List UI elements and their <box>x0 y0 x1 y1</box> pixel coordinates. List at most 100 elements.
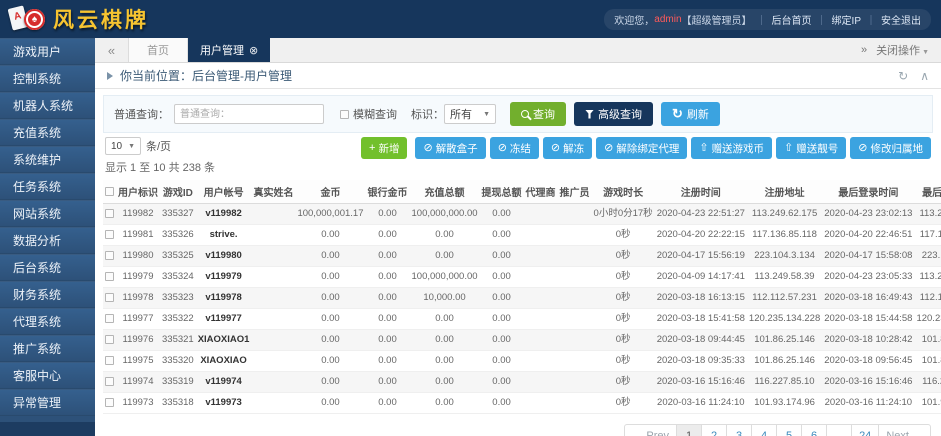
refresh-page-icon[interactable]: ↻ <box>898 69 908 83</box>
action-button-修改归属地[interactable]: ⊘修改归属地 <box>850 137 931 159</box>
table-row: 119981335326strive.0.000.000.000.000秒202… <box>103 225 941 246</box>
search-button[interactable]: 查询 <box>510 102 566 126</box>
row-checkbox[interactable] <box>105 398 114 407</box>
action-button-冻结[interactable]: ⊘冻结 <box>490 137 539 159</box>
row-checkbox[interactable] <box>105 335 114 344</box>
sidebar-item-异常管理[interactable]: 异常管理 <box>0 389 95 416</box>
sidebar-item-控制系统[interactable]: 控制系统 <box>0 65 95 92</box>
row-checkbox[interactable] <box>105 230 114 239</box>
collapse-tabs-icon[interactable]: « <box>95 38 129 62</box>
flag-select[interactable]: 所有 ▼ <box>444 104 496 124</box>
cell-注册地址: 112.112.57.231 <box>747 288 822 309</box>
tab-home[interactable]: 首页 <box>129 38 188 62</box>
cell-游戏ID: 335318 <box>160 393 196 414</box>
pagination-next[interactable]: Next → <box>879 424 931 436</box>
cell-真实姓名 <box>251 267 295 288</box>
column-header-代理商: 代理商 <box>524 180 558 204</box>
cell-充值总额: 10,000.00 <box>410 288 480 309</box>
action-button-解冻[interactable]: ⊘解冻 <box>543 137 592 159</box>
sidebar-item-游戏用户[interactable]: 游戏用户 <box>0 38 95 65</box>
action-button-解散盒子[interactable]: ⊘解散盒子 <box>415 137 485 159</box>
cell-用户帐号: v119982 <box>196 204 252 225</box>
row-checkbox[interactable] <box>105 314 114 323</box>
tab-close-icon[interactable]: ⊗ <box>249 44 258 57</box>
cell-代理商 <box>524 351 558 372</box>
action-button-解除绑定代理[interactable]: ⊘解除绑定代理 <box>596 137 687 159</box>
cell-最后登录地址: 101.93.174.96 <box>914 393 941 414</box>
sidebar-item-充值系统[interactable]: 充值系统 <box>0 119 95 146</box>
action-button-赠送靓号[interactable]: ⇧赠送靓号 <box>776 137 846 159</box>
sidebar-item-财务系统[interactable]: 财务系统 <box>0 281 95 308</box>
sidebar-item-网站系统[interactable]: 网站系统 <box>0 200 95 227</box>
ban-icon: ⊘ <box>423 143 432 154</box>
separator: ｜ <box>757 16 767 27</box>
pagination-page-2[interactable]: 2 <box>702 424 727 436</box>
action-button-赠送游戏币[interactable]: ⇧赠送游戏币 <box>691 137 772 159</box>
query-input[interactable] <box>174 104 324 124</box>
row-checkbox[interactable] <box>105 272 114 281</box>
sidebar: 游戏用户控制系统机器人系统充值系统系统维护任务系统网站系统数据分析后台系统财务系… <box>0 38 95 436</box>
tab-user-management[interactable]: 用户管理 ⊗ <box>188 38 270 62</box>
app-logo: A ♠ 风云棋牌 <box>10 4 149 34</box>
tab-bar: « 首页 用户管理 ⊗ » 关闭操作▼ <box>95 38 941 63</box>
row-checkbox[interactable] <box>105 356 114 365</box>
cell-注册时间: 2020-03-18 09:44:45 <box>655 330 747 351</box>
row-checkbox[interactable] <box>105 377 114 386</box>
row-checkbox[interactable] <box>105 251 114 260</box>
collapse-panel-icon[interactable]: ∧ <box>920 69 929 83</box>
pagination-page-3[interactable]: 3 <box>727 424 752 436</box>
cell-用户标识: 119977 <box>116 309 160 330</box>
cell-提现总额: 0.00 <box>480 225 524 246</box>
pagination-page-24[interactable]: 24 <box>852 424 879 436</box>
cell-游戏ID: 335324 <box>160 267 196 288</box>
cell-用户帐号: v119977 <box>196 309 252 330</box>
cell-注册时间: 2020-03-18 09:35:33 <box>655 351 747 372</box>
sidebar-item-系统维护[interactable]: 系统维护 <box>0 146 95 173</box>
cell-注册时间: 2020-04-17 15:56:19 <box>655 246 747 267</box>
advanced-search-button[interactable]: 高级查询 <box>574 102 653 126</box>
fuzzy-checkbox[interactable] <box>340 110 349 119</box>
poker-chip-icon: A ♠ <box>10 4 46 34</box>
header-link[interactable]: 安全退出 <box>881 16 921 27</box>
sidebar-item-推广系统[interactable]: 推广系统 <box>0 335 95 362</box>
row-checkbox[interactable] <box>105 209 114 218</box>
cell-真实姓名 <box>251 351 295 372</box>
refresh-button[interactable]: ↻ 刷新 <box>661 102 720 126</box>
close-operations-menu[interactable]: 关闭操作▼ <box>876 42 929 58</box>
cell-真实姓名 <box>251 288 295 309</box>
cell-最后登录地址: 116.227.85.10 <box>914 372 941 393</box>
sidebar-item-任务系统[interactable]: 任务系统 <box>0 173 95 200</box>
pagination-page-5[interactable]: 5 <box>777 424 802 436</box>
sidebar-item-后台系统[interactable]: 后台系统 <box>0 254 95 281</box>
funnel-icon <box>585 110 594 119</box>
cell-推广员 <box>558 246 592 267</box>
column-header-充值总额: 充值总额 <box>410 180 480 204</box>
cell-提现总额: 0.00 <box>480 330 524 351</box>
column-header-提现总额: 提现总额 <box>480 180 524 204</box>
sidebar-item-客服中心[interactable]: 客服中心 <box>0 362 95 389</box>
select-all-checkbox[interactable] <box>105 187 114 196</box>
row-checkbox[interactable] <box>105 293 114 302</box>
header-link[interactable]: 绑定IP <box>832 16 861 27</box>
pagination-page-6[interactable]: 6 <box>802 424 827 436</box>
expand-tabs-icon[interactable]: » <box>861 44 867 56</box>
cell-游戏时长: 0秒 <box>592 351 655 372</box>
record-summary: 显示 1 至 10 共 238 条 <box>105 159 215 175</box>
pagination-page-4[interactable]: 4 <box>752 424 777 436</box>
header-link[interactable]: 后台首页 <box>772 16 812 27</box>
sidebar-item-数据分析[interactable]: 数据分析 <box>0 227 95 254</box>
cell-游戏时长: 0秒 <box>592 225 655 246</box>
column-header-真实姓名: 真实姓名 <box>251 180 295 204</box>
cell-充值总额: 100,000,000.00 <box>410 267 480 288</box>
sidebar-item-代理系统[interactable]: 代理系统 <box>0 308 95 335</box>
cell-用户标识: 119978 <box>116 288 160 309</box>
sidebar-item-机器人系统[interactable]: 机器人系统 <box>0 92 95 119</box>
table-row: 119976335321XIAOXIAO10.000.000.000.000秒2… <box>103 330 941 351</box>
cell-最后登录地址: 101.86.25.146 <box>914 351 941 372</box>
pagination-page-1[interactable]: 1 <box>677 424 702 436</box>
page-size-select[interactable]: 10 ▼ <box>105 137 141 155</box>
add-button[interactable]: + 新增 <box>361 137 407 159</box>
pagination-prev[interactable]: ← Prev <box>624 424 677 436</box>
table-row: 119982335327v119982100,000,001.170.00100… <box>103 204 941 225</box>
cell-推广员 <box>558 393 592 414</box>
